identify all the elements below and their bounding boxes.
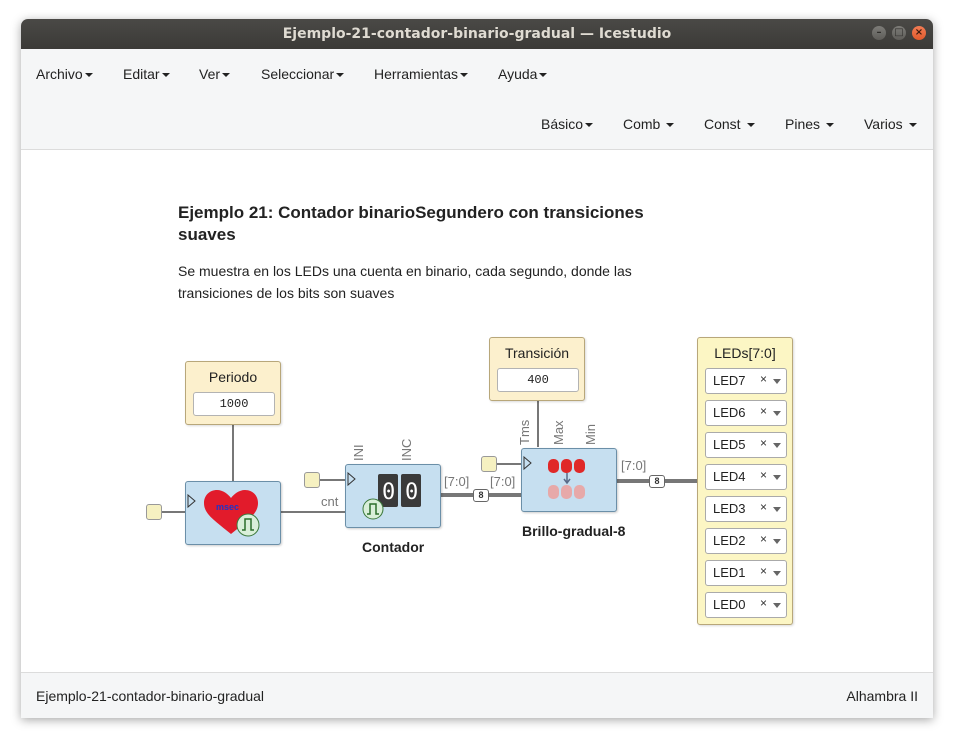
dropdown-arrow-icon[interactable] — [773, 475, 781, 480]
clear-icon[interactable]: × — [760, 372, 767, 386]
port-label-contador-out: [7:0] — [444, 474, 470, 489]
port-label-brillo-out: [7:0] — [621, 458, 647, 473]
led-select-led2[interactable]: LED2 × — [705, 528, 787, 554]
wire-transicion — [537, 399, 539, 447]
chevron-down-icon — [222, 73, 231, 78]
chevron-down-icon — [84, 73, 93, 78]
window-title: Ejemplo-21-contador-binario-gradual — Ic… — [282, 26, 672, 42]
port-label-brillo-in: [7:0] — [490, 474, 516, 489]
menu-seleccionar[interactable]: Seleccionar — [261, 66, 345, 82]
led-select-led5[interactable]: LED5 × — [705, 432, 787, 458]
block-brillo-gradual[interactable] — [521, 448, 617, 512]
status-project-name: Ejemplo-21-contador-binario-gradual — [36, 688, 265, 704]
wire-brillo-input — [495, 463, 521, 465]
param-label-tms: Tms — [517, 419, 532, 445]
chevron-down-icon — [826, 123, 835, 128]
chevron-down-icon — [666, 123, 675, 128]
chevron-down-icon — [336, 73, 345, 78]
close-button[interactable]: × — [912, 26, 926, 40]
output-label: LEDs[7:0] — [714, 345, 776, 361]
block-name-contador: Contador — [362, 539, 425, 555]
clear-icon[interactable]: × — [760, 404, 767, 418]
svg-text:msec: msec — [216, 502, 239, 512]
bus-width-badge: 8 — [649, 475, 665, 488]
wire-contador-input — [319, 479, 345, 481]
port-label-ini: INI — [351, 444, 366, 461]
chevron-down-icon — [539, 73, 548, 78]
constant-transicion[interactable]: Transición 400 — [489, 337, 585, 401]
block-contador[interactable]: 0 0 — [345, 464, 441, 528]
wire-cnt — [281, 511, 345, 513]
constant-value-input[interactable]: 1000 — [193, 392, 275, 416]
input-pin-clk[interactable] — [481, 456, 497, 472]
led-select-led1[interactable]: LED1 × — [705, 560, 787, 586]
design-canvas[interactable]: Ejemplo 21: Contador binarioSegundero co… — [21, 150, 933, 672]
dropdown-arrow-icon[interactable] — [773, 603, 781, 608]
menu-herramientas[interactable]: Herramientas — [374, 66, 469, 82]
led-select-led3[interactable]: LED3 × — [705, 496, 787, 522]
led-fade-icon — [523, 455, 585, 499]
clear-icon[interactable]: × — [760, 564, 767, 578]
minimize-button[interactable]: – — [872, 26, 886, 40]
constant-label: Periodo — [208, 369, 258, 385]
heart-icon: msec — [187, 490, 260, 537]
param-label-min: Min — [583, 424, 598, 445]
wire-periodo — [232, 425, 234, 481]
dropdown-arrow-icon[interactable] — [773, 379, 781, 384]
menu-basico[interactable]: Básico — [541, 116, 594, 132]
clear-icon[interactable]: × — [760, 436, 767, 450]
input-pin-rst[interactable] — [304, 472, 320, 488]
dropdown-arrow-icon[interactable] — [773, 539, 781, 544]
clear-icon[interactable]: × — [760, 596, 767, 610]
constant-label: Transición — [504, 345, 570, 361]
constant-periodo[interactable]: Periodo 1000 — [185, 361, 281, 425]
chevron-down-icon — [161, 73, 170, 78]
info-heading: Ejemplo 21: Contador binarioSegundero co… — [178, 203, 644, 244]
menu-bar: Archivo Editar Ver Seleccionar Herramien… — [21, 49, 933, 150]
menu-comb[interactable]: Comb — [623, 116, 675, 132]
block-name-brillo-gradual: Brillo-gradual-8 — [522, 523, 626, 539]
clear-icon[interactable]: × — [760, 532, 767, 546]
dropdown-arrow-icon[interactable] — [773, 443, 781, 448]
port-label-inc: INC — [399, 438, 414, 461]
menu-varios[interactable]: Varios — [864, 116, 917, 132]
led-select-led7[interactable]: LED7 × — [705, 368, 787, 394]
bus-width-badge: 8 — [473, 489, 489, 502]
clear-icon[interactable]: × — [760, 468, 767, 482]
svg-text:0: 0 — [382, 480, 395, 505]
status-bar: Ejemplo-21-contador-binario-gradual Alha… — [21, 672, 933, 718]
title-bar: Ejemplo-21-contador-binario-gradual — Ic… — [21, 19, 933, 49]
dropdown-arrow-icon[interactable] — [773, 411, 781, 416]
led-select-led6[interactable]: LED6 × — [705, 400, 787, 426]
chevron-down-icon — [746, 123, 755, 128]
port-label-cnt: cnt — [321, 494, 339, 509]
dropdown-arrow-icon[interactable] — [773, 507, 781, 512]
status-board-name[interactable]: Alhambra II — [846, 688, 918, 704]
constant-value-input[interactable]: 400 — [497, 368, 579, 392]
chevron-down-icon — [585, 123, 594, 128]
menu-ver[interactable]: Ver — [199, 66, 231, 82]
menu-archivo[interactable]: Archivo — [36, 66, 93, 82]
chevron-down-icon — [460, 73, 469, 78]
menu-const[interactable]: Const — [704, 116, 755, 132]
counter-display-icon: 0 0 — [347, 471, 421, 520]
menu-pines[interactable]: Pines — [785, 116, 835, 132]
dropdown-arrow-icon[interactable] — [773, 571, 781, 576]
wire-timer-input — [162, 511, 186, 513]
block-timer-msec[interactable]: msec — [185, 481, 281, 545]
app-window: Ejemplo-21-contador-binario-gradual — Ic… — [21, 19, 933, 718]
menu-editar[interactable]: Editar — [123, 66, 170, 82]
input-pin-clk[interactable] — [146, 504, 162, 520]
menu-ayuda[interactable]: Ayuda — [498, 66, 548, 82]
output-leds[interactable]: LEDs[7:0] LED7 × LED6 × LED5 × LED4 × LED3 × … — [697, 337, 793, 625]
info-description: Se muestra en los LEDs una cuenta en bin… — [178, 263, 632, 301]
param-label-max: Max — [551, 420, 566, 445]
clear-icon[interactable]: × — [760, 500, 767, 514]
led-select-led4[interactable]: LED4 × — [705, 464, 787, 490]
led-select-led0[interactable]: LED0 × — [705, 592, 787, 618]
chevron-down-icon — [908, 123, 917, 128]
svg-text:0: 0 — [405, 480, 418, 505]
maximize-button[interactable]: □ — [892, 26, 906, 40]
